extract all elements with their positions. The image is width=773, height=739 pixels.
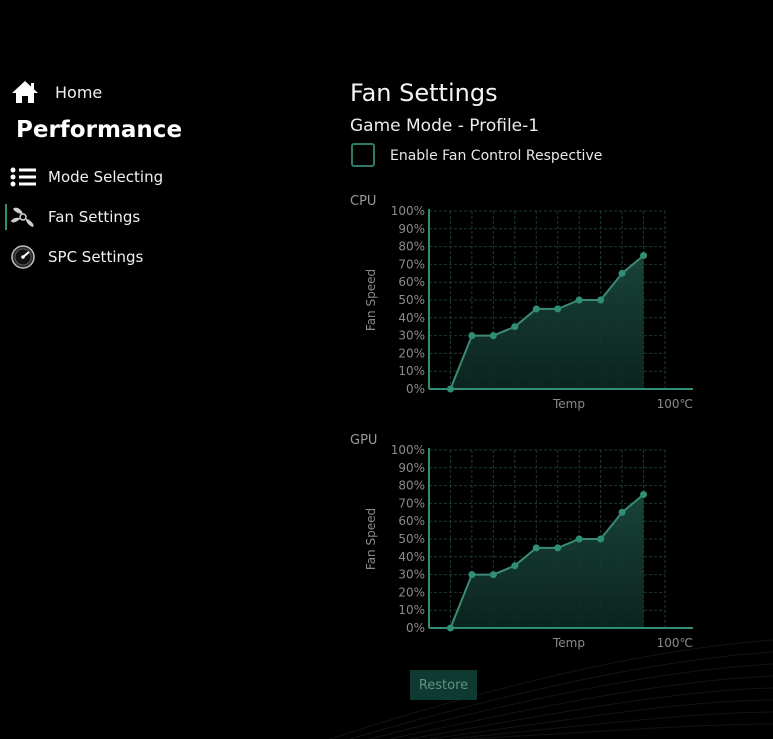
y-tick-label: 50% [398,293,425,307]
cpu-fan-curve-chart[interactable]: 100% 90% 80% 70% 60% 50% 40% 30% 20% 10% 0% Temp 100… [345,202,705,422]
sidebar-item-home[interactable]: Home [10,79,102,105]
curve-point[interactable] [489,571,497,579]
y-tick-label: 100% [391,204,425,218]
active-indicator [5,204,7,230]
fan-icon [8,204,38,230]
y-tick-label: 60% [398,275,425,289]
enable-fan-control-checkbox[interactable] [351,143,375,167]
gauge-icon [8,244,38,270]
y-tick-label: 0% [406,621,425,635]
curve-area [450,255,644,389]
y-tick-label: 0% [406,382,425,396]
checkbox-label: Enable Fan Control Respective [390,148,603,164]
y-tick-label: 80% [398,479,425,493]
sidebar-item-spc-settings[interactable]: SPC Settings [8,244,143,270]
sidebar-item-label: SPC Settings [48,248,144,266]
curve-point[interactable] [597,535,605,543]
y-tick-label: 10% [398,603,425,617]
curve-point[interactable] [489,332,497,340]
sidebar-item-label: Home [55,82,103,102]
curve-point[interactable] [618,508,626,516]
sidebar-item-fan-settings[interactable]: Fan Settings [8,204,140,230]
curve-point[interactable] [468,332,476,340]
curve-point[interactable] [532,544,540,552]
y-tick-label: 60% [398,514,425,528]
y-axis-label: Fan Speed [364,269,378,331]
y-tick-label: 50% [398,532,425,546]
curve-point[interactable] [640,252,648,259]
y-tick-label: 40% [398,311,425,325]
x-axis-label: Temp [552,397,585,411]
list-icon [8,164,38,190]
curve-point[interactable] [618,269,626,277]
section-title: Performance [16,117,183,143]
y-tick-label: 100% [391,443,425,457]
page-title: Fan Settings [350,79,498,107]
sidebar-item-mode-selecting[interactable]: Mode Selecting [8,164,163,190]
home-icon [10,79,40,105]
curve-point[interactable] [511,323,519,331]
curve-point[interactable] [446,385,454,393]
y-tick-label: 70% [398,257,425,271]
y-tick-label: 20% [398,585,425,599]
curve-point[interactable] [532,305,540,313]
sidebar-item-label: Fan Settings [48,208,141,226]
curve-point[interactable] [468,571,476,579]
y-tick-label: 30% [398,568,425,582]
curve-point[interactable] [554,544,562,552]
y-tick-label: 90% [398,461,425,475]
curve-point[interactable] [554,305,562,313]
y-tick-label: 20% [398,346,425,360]
curve-point[interactable] [446,624,454,632]
y-tick-label: 40% [398,550,425,564]
curve-point[interactable] [511,562,519,570]
curve-point[interactable] [575,296,583,304]
y-axis-label: Fan Speed [364,508,378,570]
gpu-fan-curve-chart[interactable]: 100% 90% 80% 70% 60% 50% 40% 30% 20% 10% 0% Temp 100… [345,441,705,661]
curve-point[interactable] [575,535,583,543]
curve-area [450,494,644,628]
x-axis-end-label: 100℃ [657,636,693,650]
curve-point[interactable] [640,491,648,498]
profile-subtitle: Game Mode - Profile-1 [350,116,540,136]
restore-button[interactable]: Restore [410,670,477,700]
y-tick-label: 30% [398,329,425,343]
y-tick-label: 10% [398,364,425,378]
y-tick-label: 90% [398,222,425,236]
x-axis-label: Temp [552,636,585,650]
curve-point[interactable] [597,296,605,304]
y-tick-label: 80% [398,240,425,254]
sidebar-item-label: Mode Selecting [48,168,164,186]
x-axis-end-label: 100℃ [657,397,693,411]
y-tick-label: 70% [398,496,425,510]
